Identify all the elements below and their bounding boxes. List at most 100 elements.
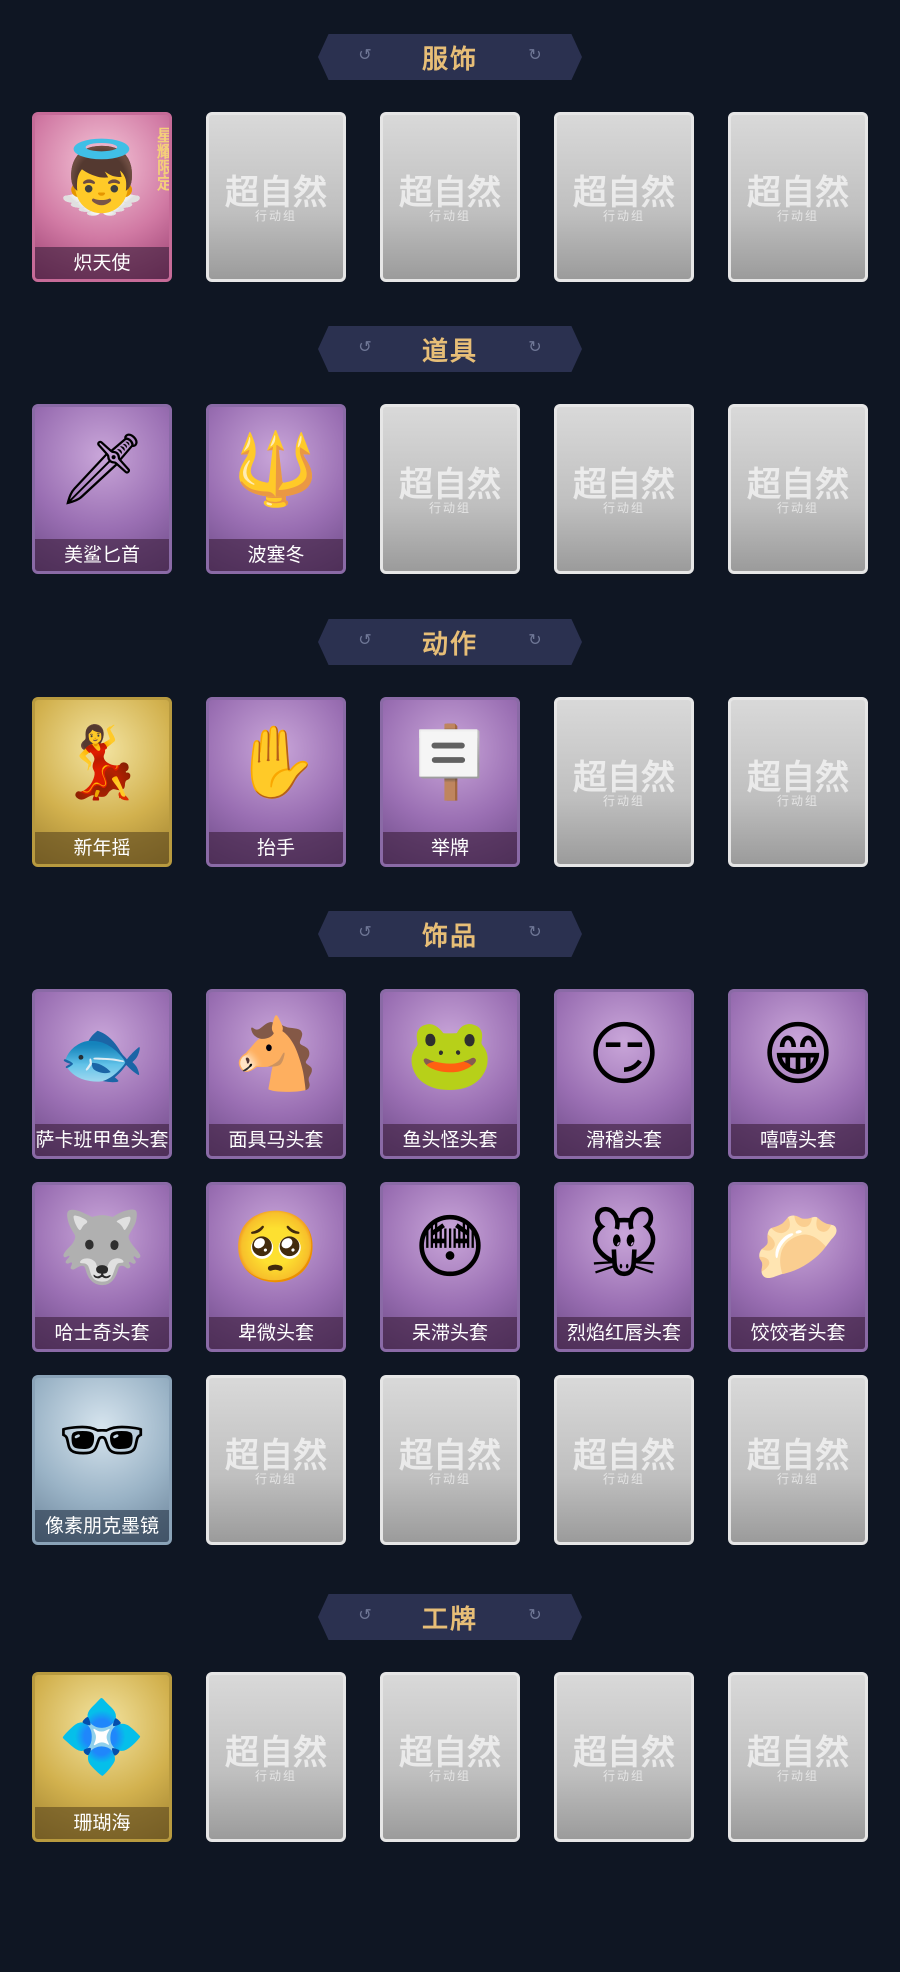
trident-icon: 🔱 — [232, 430, 320, 508]
dumpling-head-icon: 🥟 — [754, 1208, 842, 1286]
raise-hand-icon: ✋ — [232, 723, 320, 801]
item-card[interactable]: 🐭 烈焰红唇头套 — [554, 1182, 694, 1352]
item-card[interactable]: ✋ 抬手 — [206, 697, 346, 867]
locked-item-card[interactable]: 超自然 行动组 — [728, 697, 868, 867]
swirl-ornament-icon: ↻ — [528, 924, 542, 941]
collection-page: ↺ 服饰 ↻ 👼 星耀限定 炽天使 超自然 行动组 超自然 行动组 超自然 行动组 超自然 行动组 ↺ 道具 ↻… — [0, 0, 900, 1972]
item-card[interactable]: 💃 新年摇 — [32, 697, 172, 867]
swirl-ornament-icon: ↺ — [358, 1607, 372, 1624]
item-label: 像素朋克墨镜 — [35, 1510, 169, 1542]
section-header: ↺ 动作 ↻ — [318, 619, 582, 665]
section-header: ↺ 饰品 ↻ — [318, 911, 582, 957]
locked-item-card[interactable]: 超自然 行动组 — [554, 112, 694, 282]
item-label: 嘻嘻头套 — [731, 1124, 865, 1156]
item-card[interactable]: 🪧 举牌 — [380, 697, 520, 867]
locked-logo-subtext: 行动组 — [602, 501, 645, 515]
locked-item-card[interactable]: 超自然 行动组 — [728, 404, 868, 574]
limited-badge: 星耀限定 — [154, 127, 171, 191]
swirl-ornament-icon: ↺ — [358, 47, 372, 64]
locked-item-card[interactable]: 超自然 行动组 — [206, 1672, 346, 1842]
item-card[interactable]: 😏 滑稽头套 — [554, 989, 694, 1159]
swirl-ornament-icon: ↺ — [358, 339, 372, 356]
badge-card-icon: 💠 — [58, 1698, 146, 1776]
item-card[interactable]: 😁 嘻嘻头套 — [728, 989, 868, 1159]
locked-logo-subtext: 行动组 — [254, 1769, 297, 1783]
swirl-ornament-icon: ↻ — [528, 339, 542, 356]
grin-face-icon: 😁 — [761, 1015, 835, 1093]
item-label: 美鲨匕首 — [35, 539, 169, 571]
item-label: 举牌 — [383, 832, 517, 864]
item-label: 呆滞头套 — [383, 1317, 517, 1349]
section-title: 道具 — [421, 336, 478, 367]
locked-item-card[interactable]: 超自然 行动组 — [380, 404, 520, 574]
swirl-ornament-icon: ↻ — [528, 47, 542, 64]
item-card[interactable]: 🕶 像素朋克墨镜 — [32, 1375, 172, 1545]
pixel-sunglasses-icon: 🕶 — [57, 1401, 147, 1479]
locked-item-card[interactable]: 超自然 行动组 — [728, 112, 868, 282]
locked-item-card[interactable]: 超自然 行动组 — [206, 1375, 346, 1545]
locked-item-card[interactable]: 超自然 行动组 — [728, 1375, 868, 1545]
locked-item-card[interactable]: 超自然 行动组 — [554, 404, 694, 574]
locked-logo-subtext: 行动组 — [428, 209, 471, 223]
item-label: 哈士奇头套 — [35, 1317, 169, 1349]
pleading-face-icon: 🥺 — [232, 1208, 320, 1286]
locked-logo-subtext: 行动组 — [428, 1769, 471, 1783]
sign-board-icon: 🪧 — [406, 723, 494, 801]
section-header: ↺ 工牌 ↻ — [318, 1594, 582, 1640]
item-label: 卑微头套 — [209, 1317, 343, 1349]
locked-logo-subtext: 行动组 — [602, 1472, 645, 1486]
item-label: 鱼头怪头套 — [383, 1124, 517, 1156]
item-card[interactable]: 🥺 卑微头套 — [206, 1182, 346, 1352]
item-label: 面具马头套 — [209, 1124, 343, 1156]
section-header: ↺ 服饰 ↻ — [318, 34, 582, 80]
item-card[interactable]: 🔱 波塞冬 — [206, 404, 346, 574]
fish-monster-head-icon: 🐸 — [406, 1015, 494, 1093]
section-title: 服饰 — [421, 44, 478, 75]
locked-logo-subtext: 行动组 — [602, 794, 645, 808]
item-card[interactable]: 😳 呆滞头套 — [380, 1182, 520, 1352]
section-title: 工牌 — [421, 1604, 478, 1635]
dance-icon: 💃 — [58, 723, 146, 801]
locked-item-card[interactable]: 超自然 行动组 — [380, 1375, 520, 1545]
item-card[interactable]: 🐟 萨卡班甲鱼头套 — [32, 989, 172, 1159]
item-card[interactable]: 🐴 面具马头套 — [206, 989, 346, 1159]
horse-head-icon: 🐴 — [232, 1015, 320, 1093]
item-card[interactable]: 🥟 饺饺者头套 — [728, 1182, 868, 1352]
locked-logo-subtext: 行动组 — [776, 501, 819, 515]
pikachu-head-icon: 🐭 — [587, 1208, 661, 1286]
smirk-face-icon: 😏 — [587, 1015, 661, 1093]
locked-item-card[interactable]: 超自然 行动组 — [728, 1672, 868, 1842]
item-card[interactable]: 👼 星耀限定 炽天使 — [32, 112, 172, 282]
swirl-ornament-icon: ↻ — [528, 632, 542, 649]
item-label: 抬手 — [209, 832, 343, 864]
item-card[interactable]: 🐺 哈士奇头套 — [32, 1182, 172, 1352]
dagger-icon: 🗡 — [57, 430, 147, 508]
husky-head-icon: 🐺 — [58, 1208, 146, 1286]
item-card[interactable]: 🗡 美鲨匕首 — [32, 404, 172, 574]
locked-logo-subtext: 行动组 — [602, 1769, 645, 1783]
locked-logo-subtext: 行动组 — [254, 1472, 297, 1486]
locked-logo-subtext: 行动组 — [776, 1472, 819, 1486]
locked-logo-subtext: 行动组 — [776, 209, 819, 223]
locked-item-card[interactable]: 超自然 行动组 — [554, 697, 694, 867]
item-label: 滑稽头套 — [557, 1124, 691, 1156]
locked-item-card[interactable]: 超自然 行动组 — [554, 1672, 694, 1842]
swirl-ornament-icon: ↺ — [358, 924, 372, 941]
locked-logo-subtext: 行动组 — [776, 794, 819, 808]
section-header: ↺ 道具 ↻ — [318, 326, 582, 372]
item-card[interactable]: 🐸 鱼头怪头套 — [380, 989, 520, 1159]
locked-item-card[interactable]: 超自然 行动组 — [554, 1375, 694, 1545]
locked-logo-subtext: 行动组 — [428, 1472, 471, 1486]
locked-logo-subtext: 行动组 — [602, 209, 645, 223]
swirl-ornament-icon: ↻ — [528, 1607, 542, 1624]
locked-logo-subtext: 行动组 — [428, 501, 471, 515]
item-label: 饺饺者头套 — [731, 1317, 865, 1349]
locked-item-card[interactable]: 超自然 行动组 — [380, 1672, 520, 1842]
dazed-face-icon: 😳 — [413, 1208, 487, 1286]
item-card[interactable]: 💠 珊瑚海 — [32, 1672, 172, 1842]
locked-logo-subtext: 行动组 — [776, 1769, 819, 1783]
locked-item-card[interactable]: 超自然 行动组 — [206, 112, 346, 282]
item-label: 萨卡班甲鱼头套 — [35, 1124, 169, 1156]
fish-head-icon: 🐟 — [58, 1015, 146, 1093]
locked-item-card[interactable]: 超自然 行动组 — [380, 112, 520, 282]
